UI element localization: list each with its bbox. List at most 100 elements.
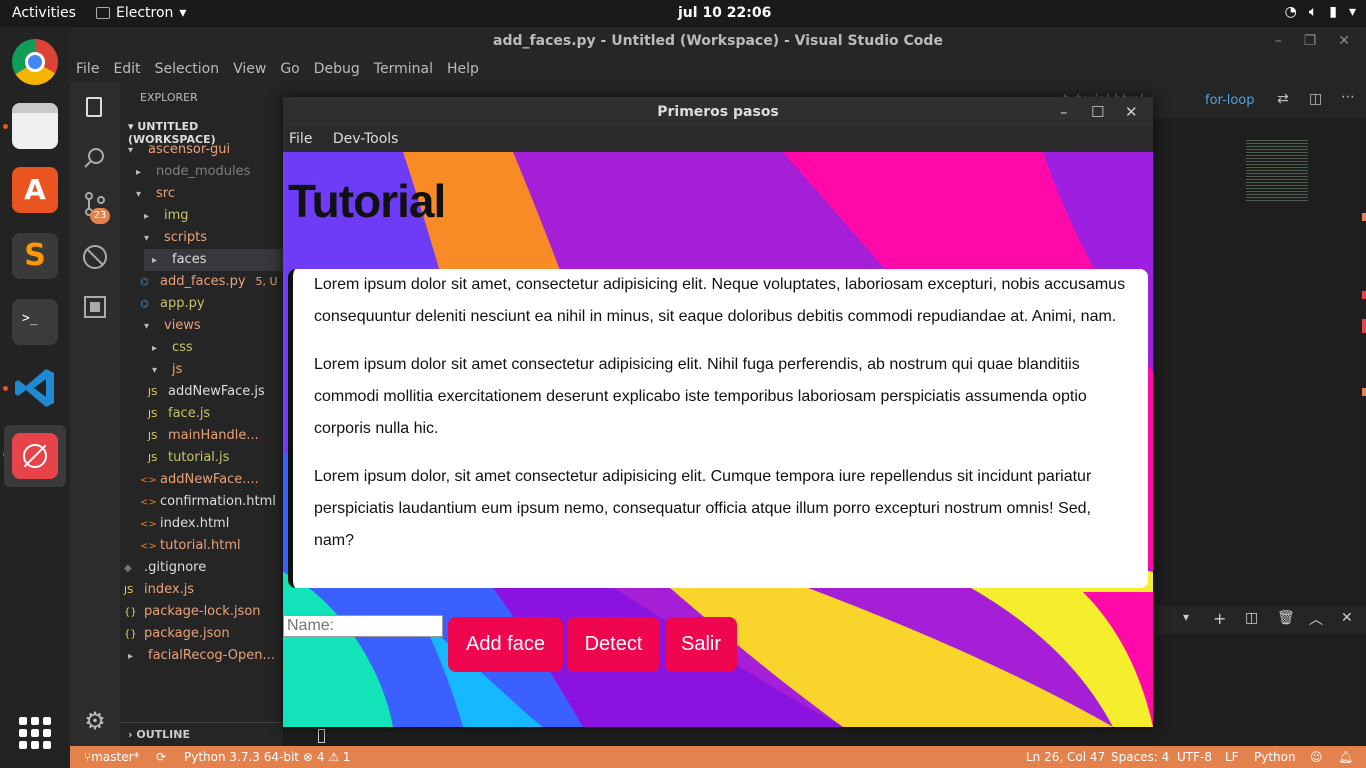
- explorer-icon[interactable]: [86, 97, 102, 117]
- feedback-icon[interactable]: ☺: [1310, 746, 1323, 768]
- menu-go[interactable]: Go: [280, 56, 299, 83]
- extensions-icon[interactable]: [82, 294, 108, 320]
- sync-icon[interactable]: ⟳: [156, 746, 166, 768]
- line-ending[interactable]: LF: [1225, 746, 1239, 768]
- menu-file[interactable]: File: [289, 131, 312, 147]
- tree-item[interactable]: ▾ views: [136, 315, 283, 337]
- tree-item[interactable]: {} package.json: [124, 623, 283, 645]
- encoding[interactable]: UTF-8: [1177, 746, 1212, 768]
- outline-section[interactable]: › OUTLINE: [120, 722, 283, 746]
- tree-item[interactable]: ▾ ascensor-gui: [120, 139, 283, 161]
- menu-debug[interactable]: Debug: [314, 56, 360, 83]
- detect-button[interactable]: Detect: [567, 617, 660, 672]
- name-input[interactable]: [283, 615, 443, 637]
- files-icon[interactable]: [12, 103, 58, 149]
- chevron-right-icon: ▸: [144, 211, 150, 222]
- salir-button[interactable]: Salir: [665, 617, 737, 672]
- clock[interactable]: jul 10 22:06: [678, 5, 771, 21]
- tree-item[interactable]: <> confirmation.html: [140, 491, 283, 513]
- chevron-up-icon[interactable]: ︿: [1309, 609, 1323, 629]
- page-content: Tutorial Lorem ipsum dolor sit amet, con…: [283, 152, 1153, 727]
- search-icon[interactable]: [82, 145, 108, 171]
- cursor-position[interactable]: Ln 26, Col 47: [1026, 746, 1105, 768]
- tree-item[interactable]: JS tutorial.js: [148, 447, 283, 469]
- debug-icon[interactable]: [82, 244, 108, 270]
- electron-window-title: Primeros pasos: [657, 104, 779, 120]
- minimize-icon[interactable]: –: [1060, 97, 1068, 127]
- terminal-dropdown-caret[interactable]: ▾: [1183, 610, 1189, 624]
- tab-for-loop[interactable]: for-loop: [1205, 93, 1255, 108]
- close-icon[interactable]: ✕: [1125, 97, 1138, 127]
- language-mode[interactable]: Python: [1254, 746, 1296, 768]
- system-tray[interactable]: ◔ 🔈︎ ▮ ▾: [1285, 4, 1356, 20]
- chevron-right-icon: ▸: [152, 343, 158, 354]
- restore-icon[interactable]: ❐: [1304, 27, 1317, 56]
- tree-item[interactable]: {} package-lock.json: [124, 601, 283, 623]
- tree-item-label: facialRecog-Open...: [148, 648, 275, 663]
- terminal-cursor: [318, 729, 325, 743]
- menu-selection[interactable]: Selection: [155, 56, 220, 83]
- tree-item[interactable]: ▸ node_modules: [128, 161, 283, 183]
- tree-item[interactable]: ▸ faces: [144, 249, 283, 271]
- split-editor-icon[interactable]: ⇄: [1277, 91, 1289, 107]
- sublime-text-icon[interactable]: S: [12, 233, 58, 279]
- problems-status[interactable]: ⊗ 4 ⚠ 1: [303, 746, 351, 768]
- menu-terminal[interactable]: Terminal: [374, 56, 433, 83]
- minimize-icon[interactable]: –: [1275, 27, 1282, 56]
- menu-view[interactable]: View: [233, 56, 266, 83]
- gear-icon[interactable]: ⚙: [82, 708, 108, 734]
- vscode-icon[interactable]: [12, 365, 58, 411]
- menu-dev-tools[interactable]: Dev-Tools: [333, 131, 399, 147]
- tree-item[interactable]: <> tutorial.html: [140, 535, 283, 557]
- activities-button[interactable]: Activities: [12, 5, 76, 21]
- tree-item[interactable]: <> addNewFace....: [140, 469, 283, 491]
- tree-item[interactable]: ▾ js: [144, 359, 283, 381]
- close-icon[interactable]: ✕: [1338, 27, 1350, 56]
- tree-item[interactable]: ▾ scripts: [136, 227, 283, 249]
- branch-status[interactable]: ⑂master*: [84, 746, 140, 768]
- show-applications-icon[interactable]: [19, 717, 51, 749]
- chevron-down-icon: ▾: [128, 145, 134, 156]
- tutorial-text-card: Lorem ipsum dolor sit amet, consectetur …: [288, 269, 1148, 588]
- html-file-icon: <>: [140, 475, 157, 486]
- add-face-button[interactable]: Add face: [448, 617, 563, 672]
- tree-item-label: index.html: [160, 516, 230, 531]
- chrome-icon[interactable]: [12, 39, 58, 85]
- tree-item[interactable]: JS face.js: [148, 403, 283, 425]
- app-menu[interactable]: Electron ▾: [96, 5, 186, 21]
- close-panel-icon[interactable]: ✕: [1341, 610, 1353, 626]
- tree-item[interactable]: <> index.html: [140, 513, 283, 535]
- indentation[interactable]: Spaces: 4: [1111, 746, 1169, 768]
- trash-icon[interactable]: 🗑︎: [1277, 610, 1295, 626]
- more-actions-icon[interactable]: ⋯: [1341, 89, 1355, 105]
- menu-help[interactable]: Help: [447, 56, 479, 83]
- python-interpreter[interactable]: Python 3.7.3 64-bit: [184, 746, 299, 768]
- new-terminal-icon[interactable]: +: [1213, 609, 1226, 628]
- js-file-icon: JS: [148, 409, 158, 420]
- software-center-icon[interactable]: A: [12, 167, 58, 213]
- tree-item[interactable]: ▸ facialRecog-Open...: [120, 645, 283, 667]
- tree-item[interactable]: ▾ src: [128, 183, 283, 205]
- minimap[interactable]: [1246, 138, 1308, 203]
- tree-item[interactable]: JS addNewFace.js: [148, 381, 283, 403]
- tree-item-label: js: [172, 362, 183, 377]
- vscode-titlebar: add_faces.py - Untitled (Workspace) - Vi…: [70, 27, 1366, 56]
- electron-app-icon[interactable]: [12, 433, 58, 479]
- chevron-down-icon: ▾: [144, 233, 150, 244]
- tree-item[interactable]: ⌬ add_faces.py 5, U: [140, 271, 283, 293]
- terminal-icon[interactable]: >_: [12, 299, 58, 345]
- split-terminal-icon[interactable]: ◫: [1245, 610, 1258, 626]
- maximize-icon[interactable]: ☐: [1091, 97, 1104, 127]
- tree-item[interactable]: ▸ img: [136, 205, 283, 227]
- tree-item[interactable]: ◆ .gitignore: [124, 557, 283, 579]
- scm-badge: 23: [90, 208, 110, 224]
- bell-icon[interactable]: 🔔︎: [1338, 746, 1353, 768]
- menu-edit[interactable]: Edit: [113, 56, 140, 83]
- tree-item[interactable]: ▸ css: [144, 337, 283, 359]
- menu-file[interactable]: File: [76, 56, 99, 83]
- tree-item[interactable]: JS mainHandle...: [148, 425, 283, 447]
- tree-item[interactable]: ⌬ app.py: [140, 293, 283, 315]
- layout-icon[interactable]: ◫: [1309, 91, 1322, 107]
- tree-item[interactable]: JS index.js: [124, 579, 283, 601]
- vscode-menubar: File Edit Selection View Go Debug Termin…: [70, 56, 1366, 83]
